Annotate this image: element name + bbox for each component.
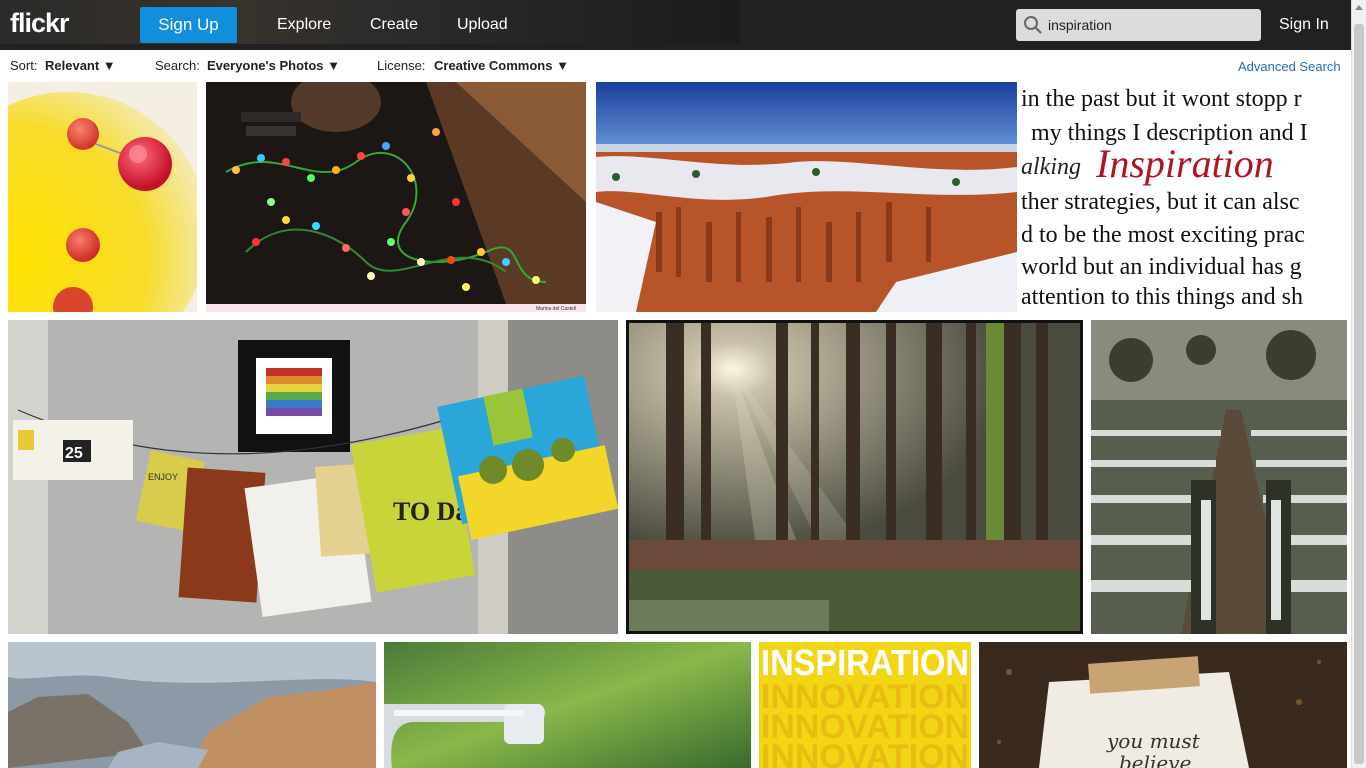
signin-link[interactable]: Sign In — [1279, 16, 1329, 34]
photo-water-faucet[interactable] — [384, 642, 751, 768]
search-icon — [1024, 16, 1042, 34]
license-dropdown[interactable]: Creative Commons ▼ — [434, 58, 569, 73]
sort-label: Sort: — [10, 58, 38, 73]
vertical-scrollbar[interactable] — [1351, 0, 1366, 768]
photo-yellow-pins[interactable] — [8, 82, 197, 312]
text-line-5: d to be the most exciting prac — [1021, 222, 1305, 248]
search-scope-label: Search: — [155, 58, 200, 73]
search-scope-dropdown[interactable]: Everyone's Photos ▼ — [207, 58, 340, 73]
photo-yosemite[interactable] — [8, 642, 376, 768]
text-line-4: ther strategies, but it can alsc — [1021, 189, 1300, 215]
note-line-2: believe — [1119, 751, 1191, 768]
scrollbar-thumb[interactable] — [1354, 24, 1364, 764]
inspiration-banner-image: INSPIRATION INNOVATION INNOVATION INNOVA… — [761, 642, 969, 768]
note-believe-image: you must believe — [979, 642, 1347, 768]
search-box[interactable] — [1016, 9, 1261, 41]
photo-wall-cards[interactable]: 25 ENJOY TO Day — [8, 320, 618, 634]
search-scope-value: Everyone's Photos ▼ — [207, 58, 340, 73]
top-navbar: flickr Sign Up Explore Create Upload Sig… — [0, 0, 1351, 50]
nav-upload[interactable]: Upload — [457, 16, 508, 34]
inspiration-text-image: in the past but it wont stopp r my thing… — [1021, 86, 1308, 310]
bryce-canyon-image — [596, 82, 1017, 312]
text-line-3: alking — [1021, 154, 1081, 180]
wall-cards-image: 25 ENJOY TO Day — [8, 320, 618, 634]
text-line-1: in the past but it wont stopp r — [1021, 86, 1302, 112]
search-input[interactable] — [1048, 15, 1248, 35]
text-line-6: world but an individual has g — [1021, 254, 1302, 280]
nav-create[interactable]: Create — [370, 16, 418, 34]
filter-bar: Sort: Relevant ▼ Search: Everyone's Phot… — [0, 50, 1351, 80]
advanced-search-link[interactable]: Advanced Search — [1238, 59, 1341, 74]
counter-card: 25 — [65, 445, 83, 462]
yellow-pins-image — [8, 82, 197, 312]
note-line-1: you must — [1106, 729, 1201, 753]
enjoy-card: ENJOY — [148, 472, 178, 482]
banner-inspiration: INSPIRATION — [761, 642, 969, 683]
sunlit-forest-image — [629, 323, 1080, 631]
snowy-garden-image — [1091, 320, 1347, 634]
photo-inspiration-text[interactable]: in the past but it wont stopp r my thing… — [1021, 82, 1347, 312]
scroll-up-arrow-icon[interactable] — [1355, 5, 1363, 10]
photo-sunlit-forest[interactable] — [626, 320, 1083, 634]
nav-explore[interactable]: Explore — [277, 16, 331, 34]
photo-credit: Marina del Castell — [536, 306, 576, 312]
flickr-logo[interactable]: flickr — [10, 8, 70, 39]
photo-note-believe[interactable]: you must believe — [979, 642, 1347, 768]
banner-innovation-3: INNOVATION — [761, 738, 969, 768]
yosemite-image — [8, 642, 376, 768]
signup-button[interactable]: Sign Up — [140, 7, 237, 43]
text-line-7: attention to this things and sh — [1021, 284, 1303, 310]
inspiration-word: Inspiration — [1095, 141, 1274, 186]
photo-snowy-garden[interactable] — [1091, 320, 1347, 634]
photo-bryce-canyon[interactable] — [596, 82, 1017, 312]
christmas-lights-image: Marina del Castell — [206, 82, 586, 312]
water-faucet-image — [384, 642, 751, 768]
license-value: Creative Commons ▼ — [434, 58, 569, 73]
license-label: License: — [377, 58, 426, 73]
photo-christmas-lights[interactable]: Marina del Castell — [206, 82, 586, 312]
photo-inspiration-banner[interactable]: INSPIRATION INNOVATION INNOVATION INNOVA… — [759, 642, 971, 768]
sort-value: Relevant ▼ — [45, 58, 116, 73]
sort-dropdown[interactable]: Relevant ▼ — [45, 58, 116, 73]
